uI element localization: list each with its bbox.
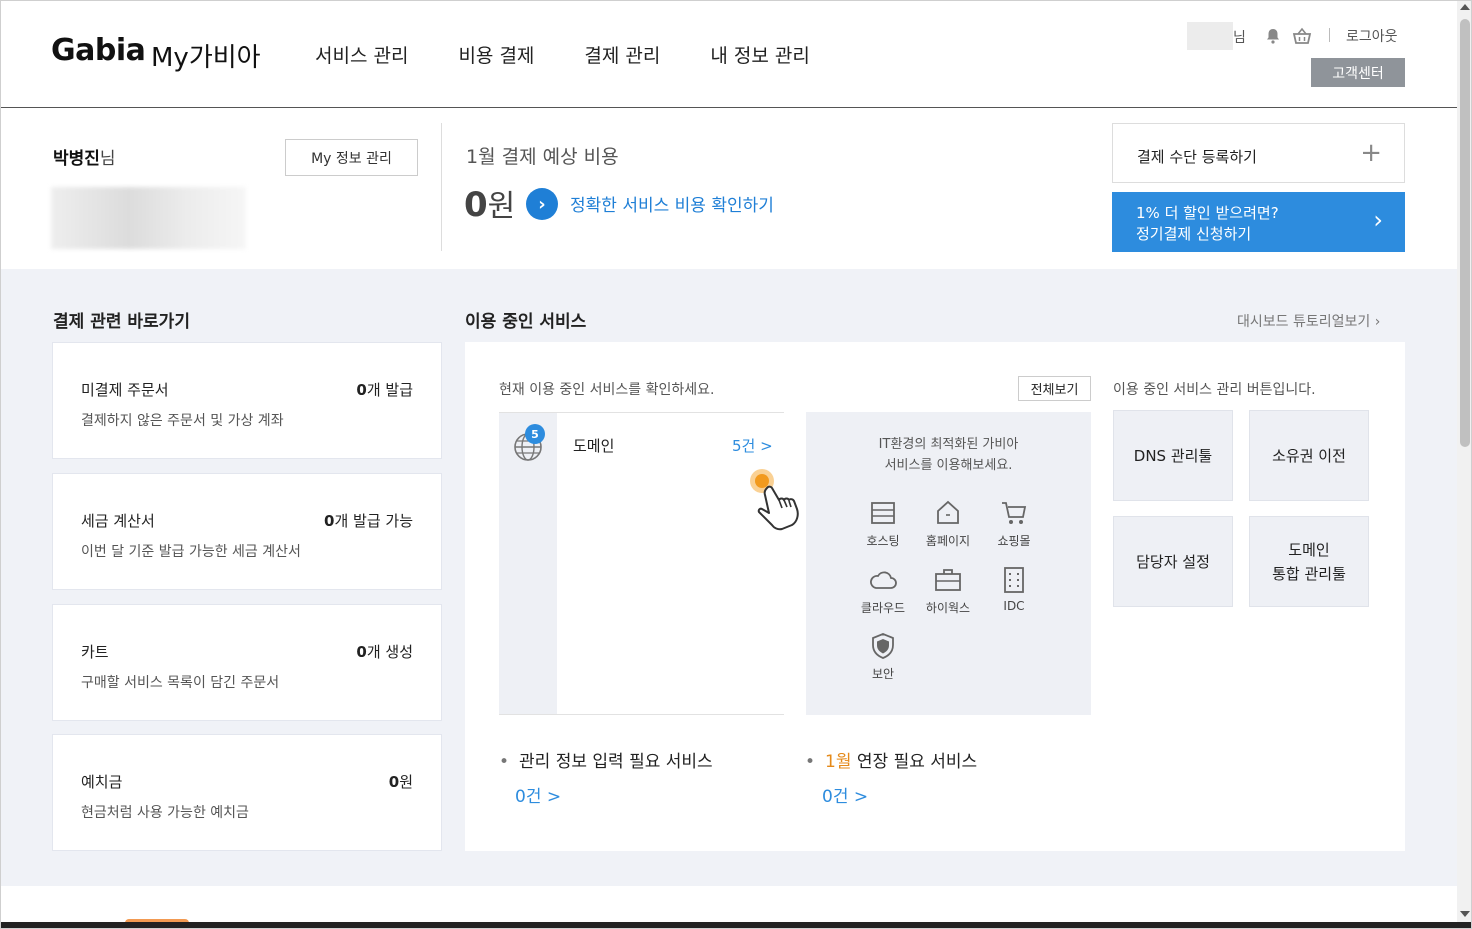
nav-payment-management[interactable]: 결제 관리 xyxy=(584,41,660,68)
card-value: 0개 발급 xyxy=(356,381,413,399)
nav-cost-payment[interactable]: 비용 결제 xyxy=(458,41,534,68)
building-icon xyxy=(1004,567,1024,593)
hosting-icon xyxy=(871,502,895,524)
it-item-label: 쇼핑몰 xyxy=(997,534,1031,548)
taskbar-edge xyxy=(1,922,1471,928)
blurred-username xyxy=(1187,22,1233,50)
user-honorific: 님 xyxy=(1233,30,1246,46)
card-title: 세금 계산서 xyxy=(81,512,155,530)
hiworks-item[interactable]: 하이웍스 xyxy=(918,565,978,616)
shopping-mall-item[interactable]: 쇼핑몰 xyxy=(984,498,1044,549)
card-title: 예치금 xyxy=(81,773,123,791)
card-description: 구매할 서비스 목록이 담긴 주문서 xyxy=(81,675,280,691)
hand-pointer-cursor-icon xyxy=(750,469,799,531)
it-services-text: IT환경의 최적화된 가비아 서비스를 이용해보세요. xyxy=(878,437,1019,473)
expected-payment-amount: 0원 xyxy=(464,185,516,225)
homepage-item[interactable]: 홈페이지 xyxy=(918,498,978,549)
payment-shortcuts-title: 결제 관련 바로가기 xyxy=(53,312,190,332)
my-info-button[interactable]: My 정보 관리 xyxy=(285,139,418,176)
management-info-needed-count[interactable]: 0건 > xyxy=(515,782,561,807)
account-summary: 박병진님 My 정보 관리 1월 결제 예상 비용 0원 › 정확한 서비스 비… xyxy=(1,109,1457,269)
cloud-icon xyxy=(870,571,897,589)
hosting-item[interactable]: 호스팅 xyxy=(853,498,913,549)
dns-management-button[interactable]: DNS 관리툴 xyxy=(1113,410,1233,501)
contact-settings-button[interactable]: 담당자 설정 xyxy=(1113,516,1233,607)
management-info-needed-label: • 관리 정보 입력 필요 서비스 xyxy=(499,752,713,772)
chevron-right-icon: › xyxy=(1373,206,1383,234)
services-hint: 현재 이용 중인 서비스를 확인하세요. xyxy=(499,382,715,398)
register-payment-label: 결제 수단 등록하기 xyxy=(1137,148,1257,166)
home-icon xyxy=(937,500,959,524)
promo-line-1: 1% 더 할인 받으려면? xyxy=(1136,204,1279,222)
card-value: 0개 발급 가능 xyxy=(324,512,413,530)
renewal-needed-label: • 1월 연장 필요 서비스 xyxy=(805,752,978,772)
chevron-right-icon[interactable]: › xyxy=(526,188,558,220)
summary-divider xyxy=(441,123,442,251)
renewal-needed-count[interactable]: 0건 > xyxy=(822,782,868,807)
main-nav: 서비스 관리 비용 결제 결제 관리 내 정보 관리 xyxy=(315,41,810,68)
site-header: Gabia My가비아 서비스 관리 비용 결제 결제 관리 내 정보 관리 님… xyxy=(1,1,1457,108)
management-hint: 이용 중인 서비스 관리 버튼입니다. xyxy=(1113,382,1316,398)
dashboard-body: 결제 관련 바로가기 미결제 주문서 0개 발급 결제하지 않은 주문서 및 가… xyxy=(1,269,1457,886)
domain-integrated-management-button[interactable]: 도메인 통합 관리툴 xyxy=(1249,516,1369,607)
blurred-user-details xyxy=(51,187,246,249)
tax-invoice-card[interactable]: 세금 계산서 0개 발급 가능 이번 달 기준 발급 가능한 세금 계산서 xyxy=(52,473,442,590)
cart-card[interactable]: 카트 0개 생성 구매할 서비스 목록이 담긴 주문서 xyxy=(52,604,442,721)
domain-count-badge: 5 xyxy=(525,424,545,444)
logout-link[interactable]: 로그아웃 xyxy=(1346,26,1398,46)
ownership-transfer-button[interactable]: 소유권 이전 xyxy=(1249,410,1369,501)
card-value: 0원 xyxy=(388,773,413,791)
idc-item[interactable]: IDC xyxy=(984,565,1044,613)
unpaid-orders-card[interactable]: 미결제 주문서 0개 발급 결제하지 않은 주문서 및 가상 계좌 xyxy=(52,342,442,459)
card-title: 카트 xyxy=(81,643,109,661)
card-description: 이번 달 기준 발급 가능한 세금 계산서 xyxy=(81,544,301,560)
recurring-payment-promo-button[interactable]: 1% 더 할인 받으려면? 정기결제 신청하기 › xyxy=(1112,192,1405,252)
expected-payment-label: 1월 결제 예상 비용 xyxy=(466,146,619,168)
card-title: 미결제 주문서 xyxy=(81,381,169,399)
scroll-down-arrow-icon[interactable] xyxy=(1460,911,1470,917)
gabia-logo[interactable]: Gabia xyxy=(51,33,146,68)
it-services-box: IT환경의 최적화된 가비아 서비스를 이용해보세요. 호스팅 홈페이지 쇼핑몰 … xyxy=(806,412,1091,715)
it-item-label: 보안 xyxy=(871,667,895,681)
security-item[interactable]: 보안 xyxy=(853,631,913,682)
bell-icon[interactable] xyxy=(1264,27,1282,45)
customer-center-button[interactable]: 고객센터 xyxy=(1311,58,1405,87)
it-item-label: 하이웍스 xyxy=(925,601,971,615)
card-description: 현금처럼 사용 가능한 예치금 xyxy=(81,805,249,821)
browser-window: Gabia My가비아 서비스 관리 비용 결제 결제 관리 내 정보 관리 님… xyxy=(0,0,1472,929)
footer-strip xyxy=(1,886,1457,922)
dashboard-tutorial-link[interactable]: 대시보드 튜토리얼보기 › xyxy=(1237,311,1380,331)
promo-line-2: 정기결제 신청하기 xyxy=(1136,225,1252,243)
card-value: 0개 생성 xyxy=(356,643,413,661)
my-gabia-logo[interactable]: My가비아 xyxy=(151,37,261,74)
plus-icon: + xyxy=(1360,138,1382,168)
domain-count-link[interactable]: 5건 > xyxy=(732,435,773,456)
card-description: 결제하지 않은 주문서 및 가상 계좌 xyxy=(81,413,284,429)
it-item-label: 호스팅 xyxy=(866,534,900,548)
domain-label: 도메인 xyxy=(573,437,615,455)
services-in-use-title: 이용 중인 서비스 xyxy=(465,312,587,332)
nav-service-management[interactable]: 서비스 관리 xyxy=(315,41,408,68)
shield-icon xyxy=(872,633,894,659)
it-item-label: 클라우드 xyxy=(860,601,906,615)
view-all-button[interactable]: 전체보기 xyxy=(1018,376,1091,401)
basket-icon[interactable] xyxy=(1292,27,1312,45)
domain-icon-column: 5 xyxy=(499,413,557,714)
header-divider xyxy=(1329,28,1330,42)
check-service-cost-link[interactable]: 정확한 서비스 비용 확인하기 xyxy=(570,191,774,216)
nav-my-info-management[interactable]: 내 정보 관리 xyxy=(710,41,809,68)
cloud-item[interactable]: 클라우드 xyxy=(853,565,913,616)
services-panel: 현재 이용 중인 서비스를 확인하세요. 전체보기 이용 중인 서비스 관리 버… xyxy=(465,342,1405,851)
scroll-up-arrow-icon[interactable] xyxy=(1460,4,1470,10)
cart-icon xyxy=(1002,502,1027,524)
domain-service-row: 5 도메인 5건 > xyxy=(499,412,784,715)
it-item-label: IDC xyxy=(1003,599,1025,613)
it-item-label: 홈페이지 xyxy=(925,534,971,548)
scrollbar-thumb[interactable] xyxy=(1460,19,1470,447)
briefcase-icon xyxy=(935,569,961,591)
user-name: 박병진님 xyxy=(53,149,116,169)
register-payment-method-button[interactable]: 결제 수단 등록하기 + xyxy=(1112,123,1405,183)
deposit-card[interactable]: 예치금 0원 현금처럼 사용 가능한 예치금 xyxy=(52,734,442,851)
